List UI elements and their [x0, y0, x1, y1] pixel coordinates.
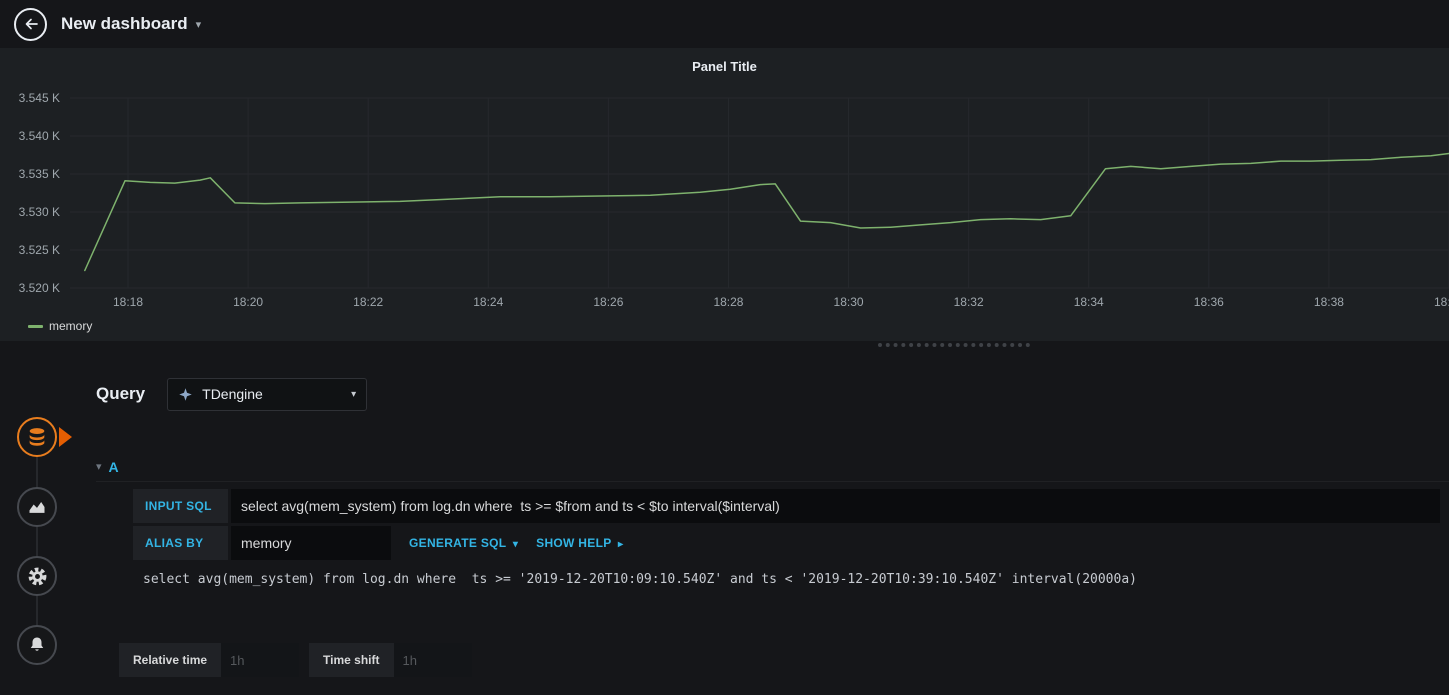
svg-text:18:34: 18:34 [1074, 295, 1104, 309]
alias-by-label: ALIAS BY [133, 526, 228, 560]
bell-icon [30, 637, 44, 651]
time-shift-label: Time shift [309, 643, 394, 677]
legend-label-memory[interactable]: memory [49, 319, 92, 333]
alias-by-field[interactable] [231, 526, 391, 560]
grafana-panel-editor: New dashboard ▾ Panel Title 3.520 K 3.525… [0, 0, 1449, 695]
chart-icon [29, 502, 45, 513]
alias-by-row: ALIAS BY GENERATE SQL ▾ SHOW HELP ▸ [133, 526, 623, 560]
svg-text:18:38: 18:38 [1314, 295, 1344, 309]
active-tab-arrow-icon [59, 427, 72, 447]
dashboard-title[interactable]: New dashboard [61, 14, 188, 34]
back-button[interactable] [14, 7, 47, 41]
input-sql-row: INPUT SQL [133, 489, 1440, 523]
query-section-heading: Query [96, 384, 146, 403]
svg-text:18:28: 18:28 [713, 295, 743, 309]
svg-text:3.530 K: 3.530 K [19, 205, 60, 219]
gear-icon [28, 567, 46, 585]
time-shift-input[interactable] [393, 643, 472, 677]
tab-visualization[interactable] [17, 487, 57, 527]
svg-text:18:26: 18:26 [593, 295, 623, 309]
query-ref-row[interactable]: ▾ A [96, 452, 1449, 482]
svg-text:3.540 K: 3.540 K [19, 129, 60, 143]
svg-text:18:18: 18:18 [113, 295, 143, 309]
dashboard-title-caret-icon[interactable]: ▾ [196, 18, 202, 31]
tdengine-logo-icon [179, 387, 192, 401]
tab-general[interactable] [17, 556, 57, 596]
svg-text:18:30: 18:30 [834, 295, 864, 309]
relative-time-input[interactable] [221, 643, 300, 677]
svg-text:3.520 K: 3.520 K [19, 281, 60, 295]
query-header: Query TDengine ▾ [96, 377, 368, 411]
input-sql-label: INPUT SQL [133, 489, 228, 523]
collapse-caret-icon[interactable]: ▾ [96, 460, 102, 473]
chart-area: 3.520 K 3.525 K 3.530 K 3.535 K 3.540 K 3.545… [0, 88, 1449, 318]
database-icon [29, 428, 45, 446]
relative-time-group: Relative time [119, 643, 300, 677]
svg-text:18:24: 18:24 [473, 295, 503, 309]
datasource-name: TDengine [202, 386, 263, 402]
resize-handle[interactable] [878, 343, 1030, 347]
svg-text:18:20: 18:20 [233, 295, 263, 309]
svg-text:3.545 K: 3.545 K [19, 91, 60, 105]
generated-sql-text: select avg(mem_system) from log.dn where… [143, 572, 1137, 587]
time-options-row: Relative time Time shift [119, 643, 482, 677]
chart-panel: Panel Title 3.520 K 3.525 K 3.530 K 3.535 K… [0, 48, 1449, 341]
query-ref-id: A [108, 458, 119, 475]
legend-swatch-memory [28, 324, 43, 328]
timeseries-chart[interactable]: 3.520 K 3.525 K 3.530 K 3.535 K 3.540 K 3.545… [0, 88, 1449, 318]
svg-text:18:32: 18:32 [954, 295, 984, 309]
caret-right-icon: ▸ [617, 539, 624, 550]
svg-text:18:36: 18:36 [1194, 295, 1224, 309]
svg-text:3.525 K: 3.525 K [19, 243, 60, 257]
chart-legend: memory [28, 319, 92, 333]
svg-text:3.535 K: 3.535 K [19, 167, 60, 181]
topbar: New dashboard ▾ [0, 0, 1449, 48]
show-help-label: SHOW HELP [536, 536, 612, 550]
svg-text:18:22: 18:22 [353, 295, 383, 309]
time-shift-group: Time shift [309, 643, 472, 677]
tab-alert[interactable] [17, 625, 57, 665]
tab-queries[interactable] [17, 417, 57, 457]
caret-down-icon: ▾ [512, 539, 519, 550]
datasource-caret-icon: ▾ [351, 388, 357, 400]
sidebar-connector-line [36, 437, 38, 645]
svg-text:18:40: 18:40 [1434, 295, 1449, 309]
generate-sql-label: GENERATE SQL [409, 536, 507, 550]
panel-title[interactable]: Panel Title [0, 59, 1449, 74]
arrow-left-icon [25, 18, 38, 30]
show-help-button[interactable]: SHOW HELP ▸ [536, 536, 623, 550]
input-sql-field[interactable] [231, 489, 1440, 523]
generate-sql-button[interactable]: GENERATE SQL ▾ [409, 536, 518, 550]
datasource-picker[interactable]: TDengine ▾ [167, 377, 368, 411]
relative-time-label: Relative time [119, 643, 222, 677]
